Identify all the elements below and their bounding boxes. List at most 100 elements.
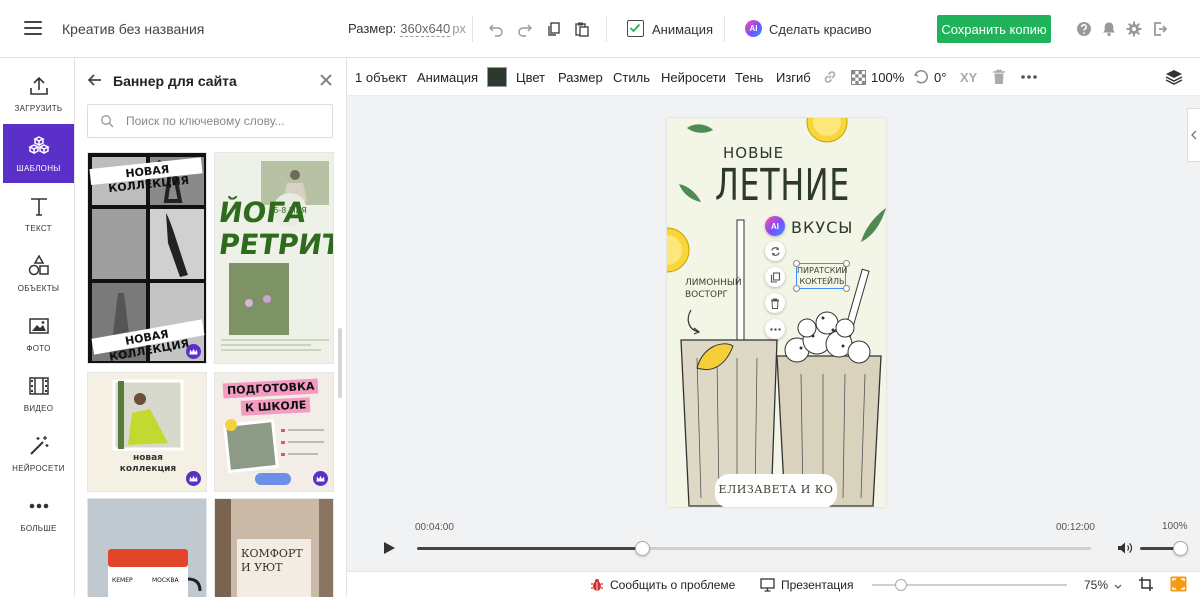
presentation-button[interactable]: Презентация bbox=[760, 578, 854, 592]
back-arrow-icon[interactable] bbox=[87, 72, 103, 88]
template-card-school-prep[interactable]: ПОДГОТОВКА К ШКОЛЕ bbox=[214, 372, 334, 492]
layers-icon[interactable] bbox=[1165, 68, 1183, 86]
copy-icon[interactable] bbox=[545, 20, 563, 38]
menu-hamburger-icon[interactable] bbox=[24, 21, 42, 35]
more-actions-icon[interactable] bbox=[765, 319, 785, 339]
zoom-slider[interactable] bbox=[872, 579, 1067, 591]
save-copy-button[interactable]: Сохранить копию bbox=[937, 15, 1051, 43]
xy-position[interactable]: XY bbox=[960, 70, 977, 85]
artboard-left-caption-line2[interactable]: ВОСТОРГ bbox=[685, 290, 728, 300]
redo-icon[interactable] bbox=[516, 20, 534, 38]
timeline-playhead[interactable] bbox=[634, 541, 650, 556]
template-title: ЙОГА bbox=[216, 196, 309, 229]
resize-handle[interactable] bbox=[843, 260, 850, 267]
template-card-green-collection[interactable]: новая коллекция bbox=[87, 372, 207, 492]
beautify-button[interactable]: Сделать красиво bbox=[769, 22, 872, 37]
sidebar-item-video[interactable]: ВИДЕО bbox=[3, 364, 74, 423]
toolbar-style[interactable]: Стиль bbox=[613, 70, 650, 85]
color-swatch[interactable] bbox=[487, 67, 507, 87]
toolbar-shadow[interactable]: Тень bbox=[735, 70, 763, 85]
settings-gear-icon[interactable] bbox=[1125, 20, 1143, 38]
template-label: МОСКВА bbox=[152, 577, 179, 584]
animation-label[interactable]: Анимация bbox=[652, 22, 713, 37]
sidebar-item-more[interactable]: БОЛЬШЕ bbox=[3, 484, 74, 543]
ai-tool-icon[interactable]: AI bbox=[765, 216, 785, 236]
template-card-yoga-retreat[interactable]: 6-8 МАЯ ЙОГА РЕТРИТ bbox=[214, 152, 334, 364]
report-problem-button[interactable]: Сообщить о проблеме bbox=[590, 578, 735, 592]
toolbar-curve[interactable]: Изгиб bbox=[776, 70, 811, 85]
sidebar-item-neural[interactable]: НЕЙРОСЕТИ bbox=[3, 424, 74, 483]
bottom-statusbar: Сообщить о проблеме Презентация 75% bbox=[347, 571, 1200, 597]
notifications-bell-icon[interactable] bbox=[1100, 20, 1118, 38]
volume-slider[interactable] bbox=[1140, 541, 1188, 556]
sidebar-item-label: ШАБЛОНЫ bbox=[16, 164, 61, 173]
size-label: Размер: bbox=[348, 21, 397, 36]
timeline-track[interactable] bbox=[417, 541, 1091, 556]
artboard-title-line2[interactable]: ЛЕТНИЕ bbox=[715, 160, 850, 212]
panel-title: Баннер для сайта bbox=[113, 73, 237, 89]
volume-icon[interactable] bbox=[1117, 541, 1133, 558]
fullscreen-button[interactable] bbox=[1170, 576, 1187, 592]
paste-icon[interactable] bbox=[573, 20, 591, 38]
rotate-icon[interactable] bbox=[912, 68, 930, 86]
selected-text-line2: КОКТЕЙЛЬ bbox=[799, 277, 845, 286]
trash-icon[interactable] bbox=[990, 68, 1008, 86]
selected-text-object[interactable]: ПИРАТСКИЙ КОКТЕЙЛЬ bbox=[793, 260, 850, 292]
panel-scrollbar[interactable] bbox=[338, 328, 342, 398]
shapes-icon bbox=[27, 254, 51, 278]
volume-knob[interactable] bbox=[1173, 541, 1188, 556]
more-options-icon[interactable] bbox=[1020, 68, 1038, 86]
resize-handle[interactable] bbox=[793, 260, 800, 267]
template-card-comfort[interactable]: КОМФОРТ И УЮТ bbox=[214, 498, 334, 597]
size-value[interactable]: 360x640 bbox=[400, 21, 451, 37]
toolbar-animation[interactable]: Анимация bbox=[417, 70, 478, 85]
upload-icon bbox=[27, 74, 51, 98]
sidebar-item-templates[interactable]: ШАБЛОНЫ bbox=[3, 124, 74, 183]
close-icon[interactable] bbox=[318, 72, 334, 88]
zoom-dropdown[interactable]: 75% bbox=[1084, 578, 1122, 592]
delete-icon[interactable] bbox=[765, 293, 785, 313]
document-title[interactable]: Креатив без названия bbox=[62, 21, 204, 37]
logout-icon[interactable] bbox=[1151, 20, 1169, 38]
magic-wand-icon bbox=[27, 434, 51, 458]
animation-checkbox[interactable] bbox=[627, 20, 644, 37]
search-icon bbox=[100, 114, 114, 131]
zoom-knob[interactable] bbox=[895, 579, 908, 591]
right-panel-toggle[interactable] bbox=[1187, 108, 1200, 162]
toolbar-color[interactable]: Цвет bbox=[516, 70, 545, 85]
replace-icon[interactable] bbox=[765, 241, 785, 261]
template-title: ПОДГОТОВКА bbox=[222, 378, 319, 399]
search-input[interactable] bbox=[126, 105, 326, 137]
artboard-title-line3[interactable]: ВКУСЫ bbox=[791, 218, 853, 237]
artboard-left-caption-line1[interactable]: ЛИМОННЫЙ bbox=[685, 278, 742, 288]
resize-handle[interactable] bbox=[793, 285, 800, 292]
toolbar-neural[interactable]: Нейросети bbox=[661, 70, 726, 85]
fit-to-screen-button[interactable] bbox=[1138, 576, 1154, 592]
link-icon[interactable] bbox=[821, 68, 839, 86]
volume-percent: 100% bbox=[1162, 521, 1188, 532]
timeline: 00:04:00 00:12:00 100% bbox=[347, 516, 1200, 571]
sidebar-item-label: НЕЙРОСЕТИ bbox=[12, 464, 65, 473]
play-icon[interactable] bbox=[382, 541, 396, 558]
undo-icon[interactable] bbox=[487, 20, 505, 38]
toolbar-size[interactable]: Размер bbox=[558, 70, 603, 85]
sidebar-item-text[interactable]: ТЕКСТ bbox=[3, 184, 74, 243]
sidebar-item-photo[interactable]: ФОТО bbox=[3, 304, 74, 363]
template-card-hot-tours[interactable]: КЕМЕР МОСКВА bbox=[87, 498, 207, 597]
rotation-value[interactable]: 0° bbox=[934, 70, 946, 85]
size-unit: px bbox=[452, 21, 466, 36]
ai-badge-icon[interactable]: AI bbox=[745, 20, 762, 37]
sidebar-item-objects[interactable]: ОБЪЕКТЫ bbox=[3, 244, 74, 303]
opacity-value[interactable]: 100% bbox=[871, 70, 904, 85]
help-icon[interactable] bbox=[1075, 20, 1093, 38]
opacity-checker-icon[interactable] bbox=[849, 68, 867, 86]
artboard-footer-text[interactable]: ЕЛИЗАВЕТА И КО bbox=[715, 483, 837, 496]
sidebar-item-label: БОЛЬШЕ bbox=[20, 524, 57, 533]
report-problem-label: Сообщить о проблеме bbox=[610, 578, 736, 592]
sidebar-item-upload[interactable]: ЗАГРУЗИТЬ bbox=[3, 64, 74, 123]
bug-icon bbox=[591, 579, 603, 591]
text-icon bbox=[27, 194, 51, 218]
duplicate-icon[interactable] bbox=[765, 267, 785, 287]
template-card-new-collection[interactable]: НОВАЯ КОЛЛЕКЦИЯ НОВАЯ КОЛЛЕКЦИЯ bbox=[87, 152, 207, 364]
resize-handle[interactable] bbox=[843, 285, 850, 292]
